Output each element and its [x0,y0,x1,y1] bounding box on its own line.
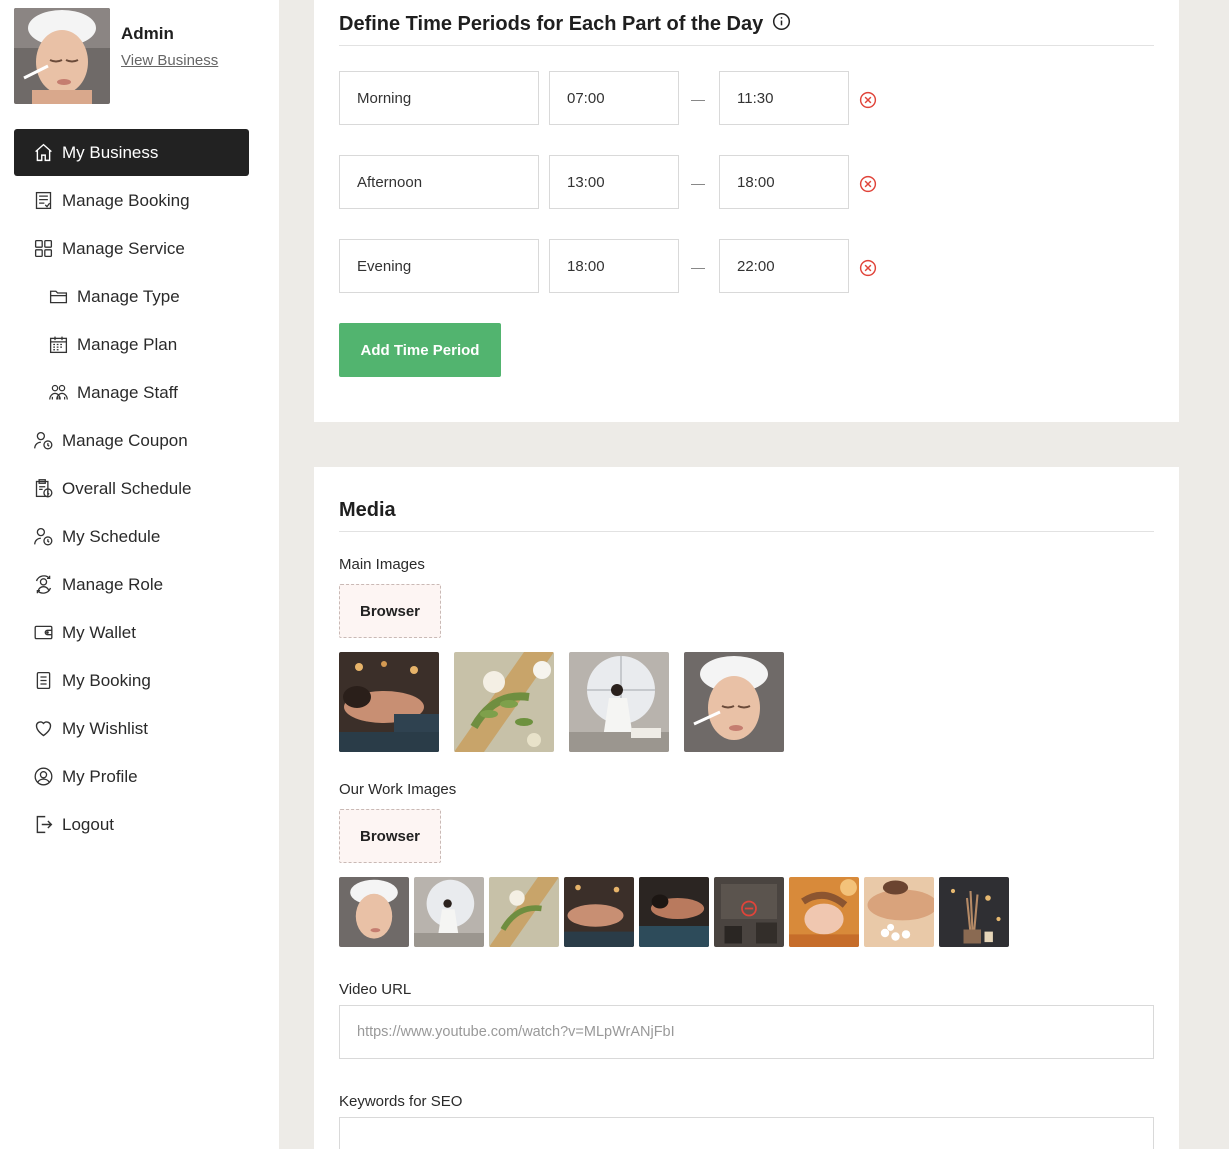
home-icon [35,143,52,162]
profile-block [14,8,110,104]
work-image-thumbnail[interactable] [339,877,409,947]
range-dash [691,100,705,101]
heart-icon [35,721,52,737]
sidebar-item-label: Logout [62,814,114,834]
main-image-thumbnail[interactable] [684,652,784,752]
work-images-label: Our Work Images [339,781,457,798]
sidebar-item-label: Manage Plan [77,334,178,354]
divider [339,531,1154,532]
remove-period-icon[interactable] [859,175,877,193]
sidebar-item-manage-booking[interactable]: Manage Booking [14,177,249,224]
main-images-browse-button[interactable]: Browser [339,584,441,638]
main-images-label: Main Images [339,556,425,573]
work-image-thumbnail[interactable] [414,877,484,947]
video-url-label: Video URL [339,981,412,998]
sidebar-item-label: My Wishlist [62,718,148,738]
work-image-thumbnail[interactable] [714,877,784,947]
time-periods-title: Define Time Periods for Each Part of the… [339,12,791,36]
sidebar-item-my-booking[interactable]: My Booking [14,657,249,704]
period-end-field[interactable]: 22:00 [719,239,849,293]
sidebar-item-manage-service[interactable]: Manage Service [14,225,249,272]
sidebar: Admin View Business My Business Manage B… [0,0,279,1149]
info-icon[interactable] [772,12,791,31]
sidebar-item-manage-role[interactable]: Manage Role [14,561,249,608]
sidebar-item-manage-staff[interactable]: Manage Staff [14,369,249,416]
video-url-input[interactable]: https://www.youtube.com/watch?v=MLpWrANj… [339,1005,1154,1059]
work-image-thumbnail[interactable] [789,877,859,947]
sidebar-item-label: My Business [62,142,159,162]
sidebar-item-label: Manage Service [62,238,185,258]
sidebar-item-overall-schedule[interactable]: Overall Schedule [14,465,249,512]
main-image-thumbnail[interactable] [339,652,439,752]
staff-icon [49,384,68,400]
media-panel: Media Main Images Browser Our Work Image… [314,467,1179,1149]
period-start-field[interactable]: 07:00 [549,71,679,125]
avatar [14,8,110,104]
section-title-text: Define Time Periods for Each Part of the… [339,13,764,35]
work-images-browse-button[interactable]: Browser [339,809,441,863]
sidebar-item-my-business[interactable]: My Business [14,129,249,176]
sidebar-item-logout[interactable]: Logout [14,801,249,848]
work-image-thumbnail[interactable] [864,877,934,947]
user-clock-icon [34,527,53,546]
work-image-thumbnail[interactable] [489,877,559,947]
work-image-thumbnail[interactable] [939,877,1009,947]
document-icon [36,671,51,690]
sidebar-nav: My Business Manage Booking Manage Servic… [14,129,249,849]
period-name-field[interactable]: Evening [339,239,539,293]
time-periods-panel: Define Time Periods for Each Part of the… [314,0,1179,422]
main-image-thumbnail[interactable] [454,652,554,752]
sidebar-item-label: My Profile [62,766,138,786]
user-circle-icon [34,767,53,786]
role-icon [35,575,52,594]
wallet-icon [34,625,53,640]
main-image-thumbnail[interactable] [569,652,669,752]
period-name-field[interactable]: Morning [339,71,539,125]
remove-period-icon[interactable] [859,259,877,277]
media-title: Media [339,499,396,521]
sidebar-item-my-wishlist[interactable]: My Wishlist [14,705,249,752]
period-end-field[interactable]: 11:30 [719,71,849,125]
seo-keywords-label: Keywords for SEO [339,1093,463,1110]
profile-name: Admin [121,24,174,43]
period-name-field[interactable]: Afternoon [339,155,539,209]
clipboard-clock-icon [35,479,53,498]
sidebar-item-my-profile[interactable]: My Profile [14,753,249,800]
sidebar-item-label: My Wallet [62,622,136,642]
sidebar-item-label: Manage Staff [77,382,178,402]
calendar-icon [49,336,68,354]
sidebar-item-my-wallet[interactable]: My Wallet [14,609,249,656]
sidebar-item-my-schedule[interactable]: My Schedule [14,513,249,560]
sidebar-item-label: My Schedule [62,526,161,546]
remove-period-icon[interactable] [859,91,877,109]
sidebar-item-manage-plan[interactable]: Manage Plan [14,321,249,368]
sidebar-item-manage-type[interactable]: Manage Type [14,273,249,320]
sidebar-item-label: Manage Role [62,574,164,594]
period-end-field[interactable]: 18:00 [719,155,849,209]
period-start-field[interactable]: 13:00 [549,155,679,209]
sidebar-item-label: Manage Type [77,286,180,306]
folder-icon [49,290,68,304]
view-business-link[interactable]: View Business [121,52,218,69]
divider [339,45,1154,46]
seo-keywords-input[interactable] [339,1117,1154,1149]
booking-list-icon [35,191,52,210]
sidebar-item-manage-coupon[interactable]: Manage Coupon [14,417,249,464]
work-image-thumbnail[interactable] [639,877,709,947]
range-dash [691,268,705,269]
work-image-thumbnail[interactable] [564,877,634,947]
sidebar-item-label: Manage Booking [62,190,190,210]
grid-icon [34,239,53,258]
sidebar-item-label: Overall Schedule [62,478,192,498]
sidebar-item-label: Manage Coupon [62,430,188,450]
add-time-period-button[interactable]: Add Time Period [339,323,501,377]
sidebar-item-label: My Booking [62,670,151,690]
logout-icon [36,815,53,834]
range-dash [691,184,705,185]
period-start-field[interactable]: 18:00 [549,239,679,293]
user-clock-icon [34,431,53,450]
